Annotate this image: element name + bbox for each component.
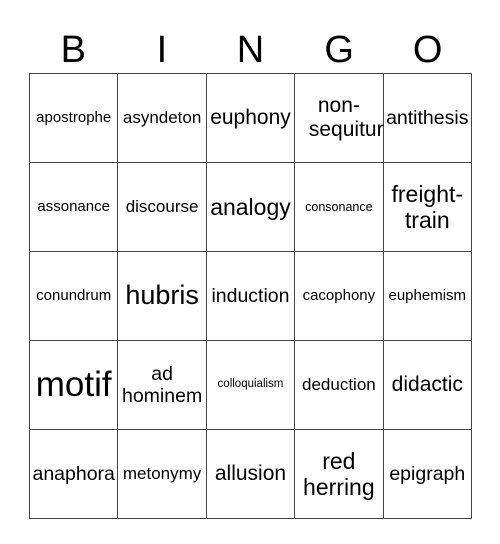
- card-row: conundrum hubris induction cacophony eup…: [28, 251, 473, 341]
- bingo-cell[interactable]: colloquialism: [205, 340, 296, 430]
- bingo-cell[interactable]: assonance: [28, 162, 119, 252]
- bingo-cell[interactable]: anaphora: [28, 429, 119, 519]
- header-letter-i: I: [156, 29, 168, 71]
- cell-text: non-sequitur: [308, 93, 384, 141]
- card-row: anaphora metonymy allusion red herring e…: [28, 429, 473, 519]
- bingo-cell[interactable]: red herring: [294, 429, 384, 519]
- bingo-cell[interactable]: apostrophe: [28, 73, 119, 163]
- bingo-cell[interactable]: metonymy: [117, 429, 207, 519]
- header-letter-n: N: [236, 29, 265, 71]
- cell-text: freight-train: [391, 180, 464, 233]
- bingo-cell[interactable]: cacophony: [294, 251, 384, 341]
- bingo-header: B I N G O: [29, 28, 472, 72]
- bingo-cell[interactable]: freight-train: [382, 162, 473, 252]
- card-row: assonance discourse analogy consonance f…: [28, 162, 473, 252]
- bingo-cell[interactable]: antithesis: [382, 73, 473, 163]
- bingo-cell[interactable]: deduction: [294, 340, 384, 430]
- bingo-cell[interactable]: non-sequitur: [294, 73, 384, 163]
- header-letter-b: B: [60, 29, 86, 71]
- card-row: motif ad hominem colloquialism deduction…: [28, 340, 473, 430]
- bingo-cell[interactable]: euphony: [205, 73, 296, 163]
- bingo-cell[interactable]: motif: [28, 340, 119, 430]
- card-row: apostrophe asyndeton euphony non-sequitu…: [28, 73, 473, 163]
- header-letter-g: G: [324, 29, 354, 71]
- header-letter-o: O: [412, 29, 443, 71]
- bingo-cell[interactable]: induction: [205, 251, 296, 341]
- bingo-cell[interactable]: conundrum: [28, 251, 119, 341]
- bingo-card: apostrophe asyndeton euphony non-sequitu…: [28, 73, 473, 519]
- bingo-cell[interactable]: allusion: [205, 429, 296, 519]
- cell-text: red herring: [303, 447, 375, 500]
- bingo-cell[interactable]: consonance: [294, 162, 384, 252]
- bingo-cell[interactable]: ad hominem: [117, 340, 207, 430]
- bingo-cell[interactable]: hubris: [117, 251, 207, 341]
- bingo-cell[interactable]: asyndeton: [117, 73, 207, 163]
- bingo-cell[interactable]: epigraph: [382, 429, 473, 519]
- bingo-cell[interactable]: didactic: [382, 340, 473, 430]
- bingo-cell[interactable]: discourse: [117, 162, 207, 252]
- bingo-cell[interactable]: euphemism: [382, 251, 473, 341]
- bingo-cell[interactable]: analogy: [205, 162, 296, 252]
